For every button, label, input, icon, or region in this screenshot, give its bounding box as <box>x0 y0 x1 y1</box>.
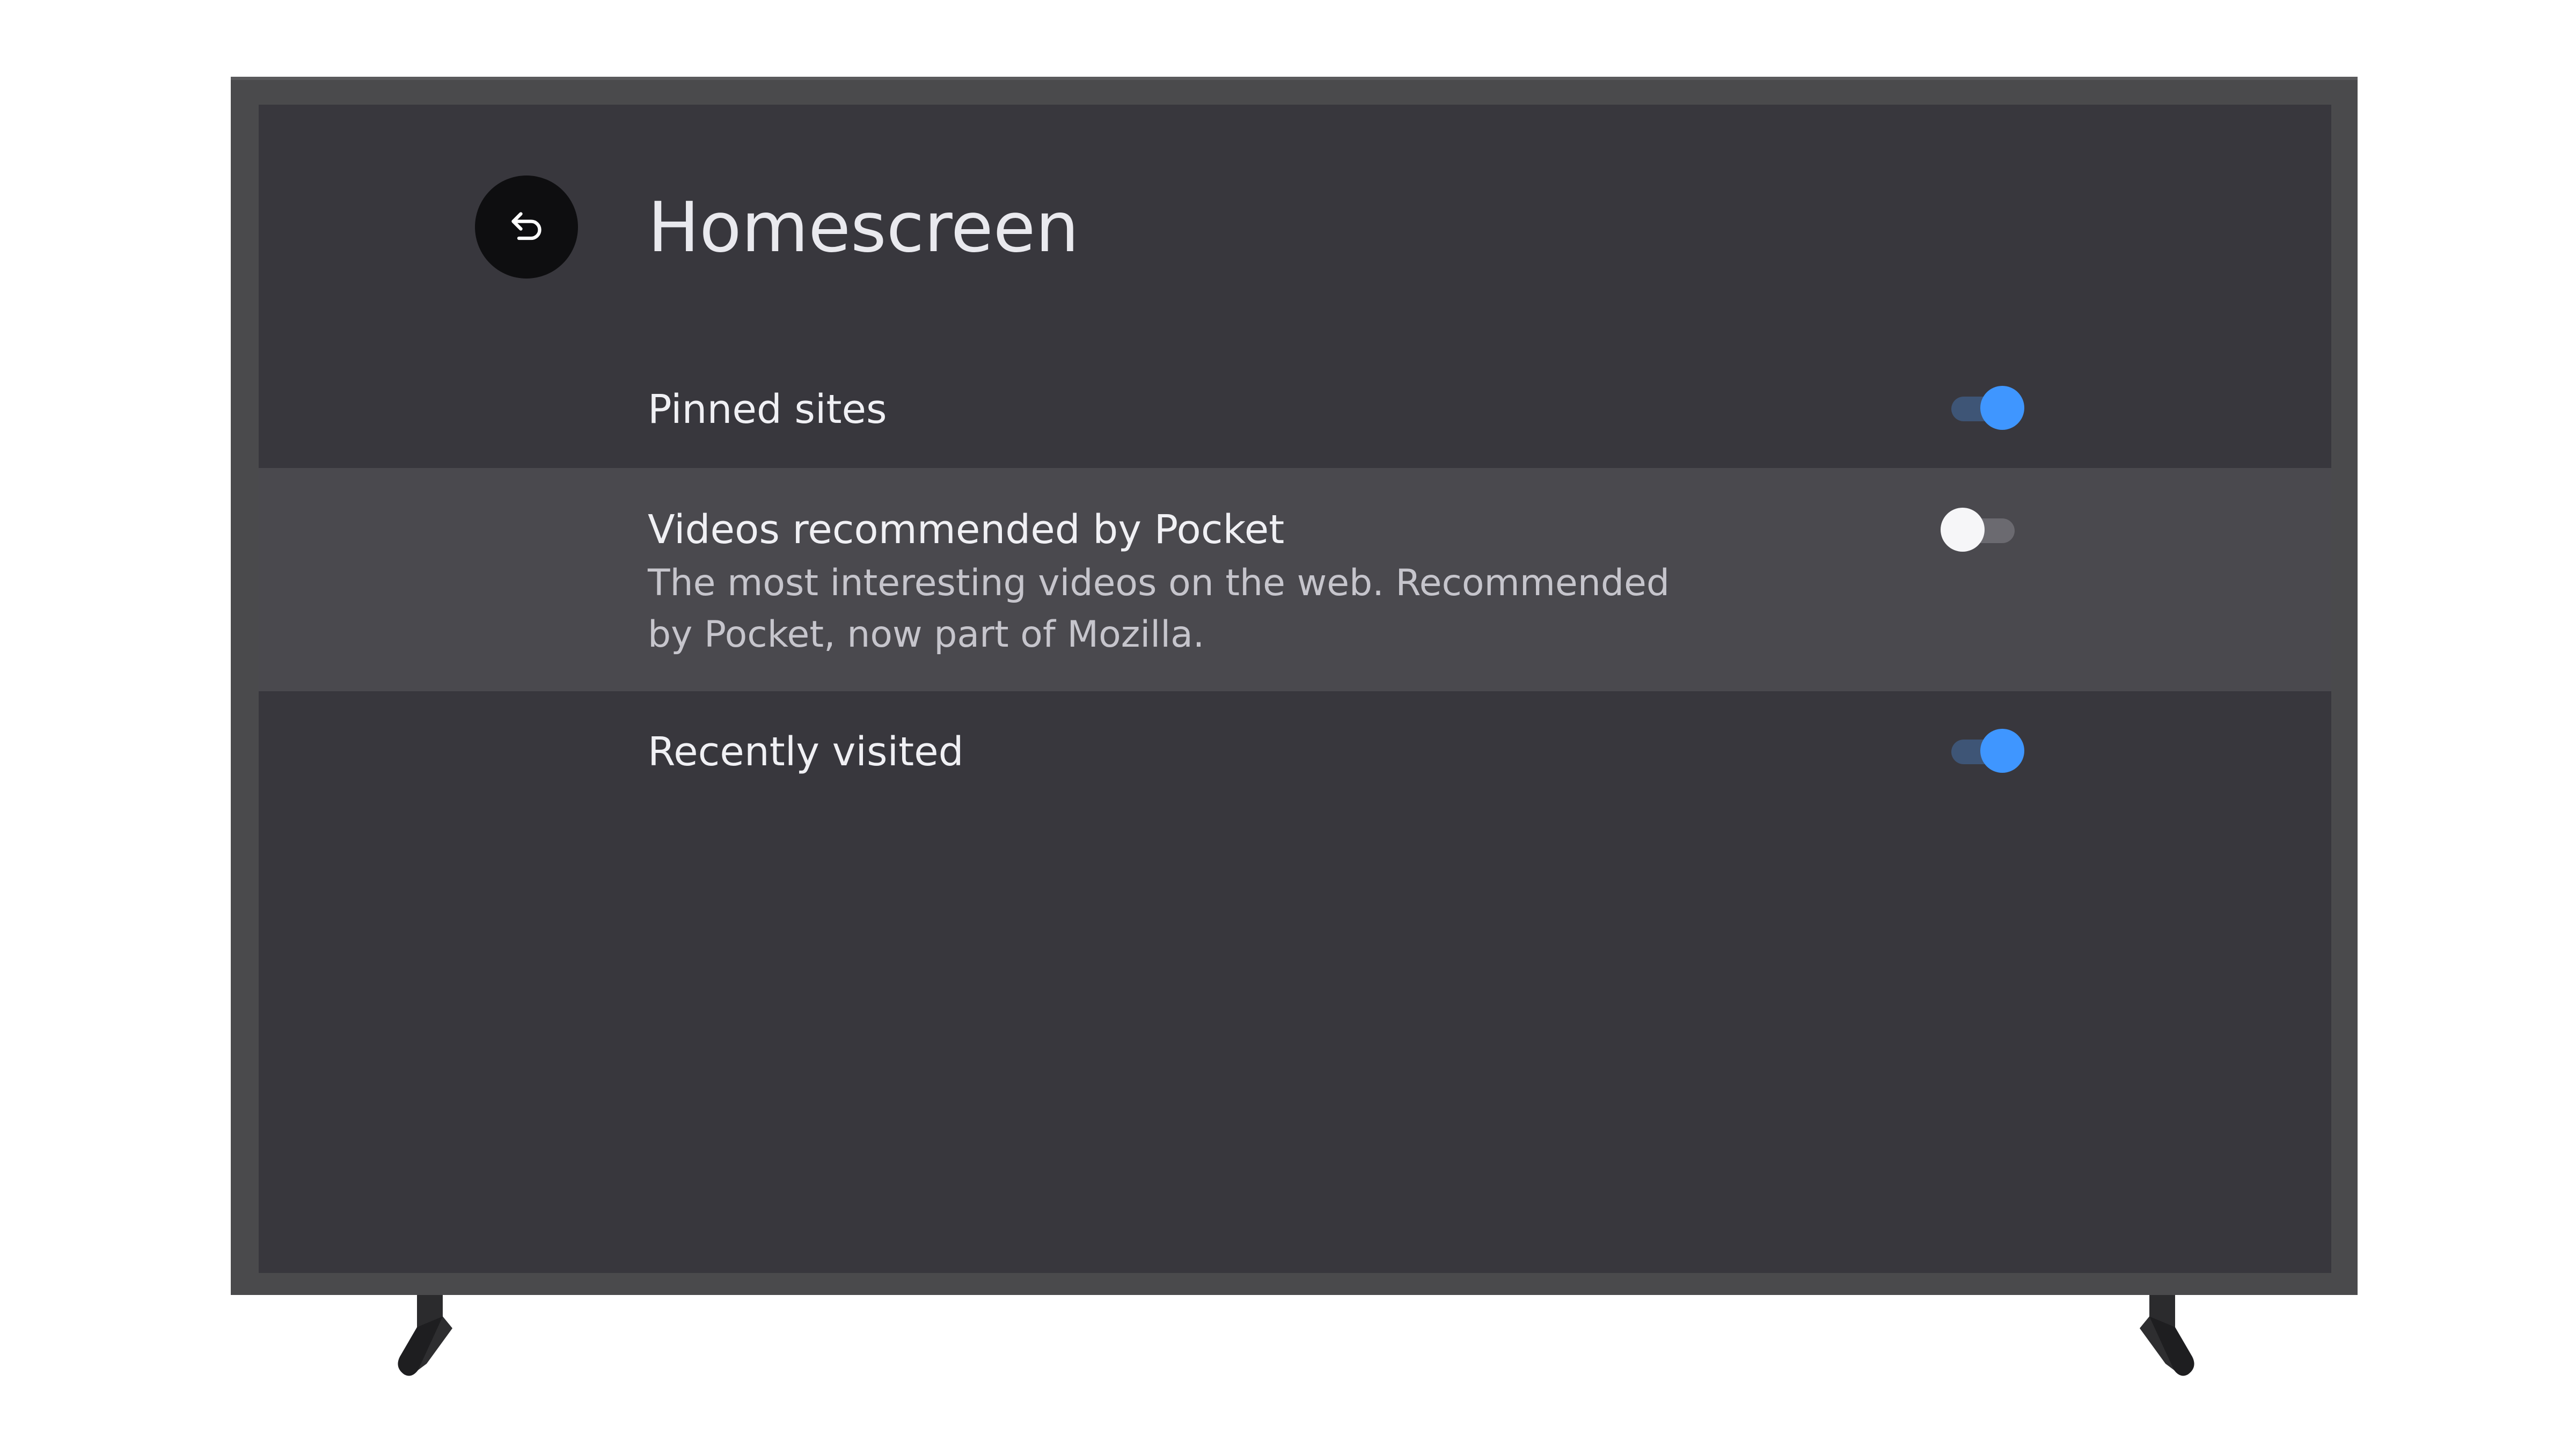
setting-label: Videos recommended by Pocket <box>648 507 1285 553</box>
pocket-videos-toggle[interactable] <box>1941 506 2021 554</box>
setting-label: Recently visited <box>648 729 964 775</box>
setting-row-pocket-videos[interactable]: Videos recommended by Pocket The most in… <box>259 468 2331 691</box>
setting-label: Pinned sites <box>648 386 887 433</box>
tv-stand-right <box>2140 1295 2194 1376</box>
toggle-knob <box>1980 729 2024 773</box>
back-arrow-icon <box>511 212 541 240</box>
recently-visited-toggle[interactable] <box>1947 727 2028 775</box>
toggle-knob <box>1941 508 1985 552</box>
page-title: Homescreen <box>648 188 1079 268</box>
setting-row-pinned-sites[interactable]: Pinned sites <box>259 354 2331 468</box>
tv-mockup: Homescreen Pinned sites Videos recommend… <box>0 0 2576 1449</box>
back-button[interactable] <box>475 175 578 279</box>
toggle-knob <box>1980 386 2024 430</box>
setting-row-recently-visited[interactable]: Recently visited <box>259 691 2331 815</box>
tv-stand-left <box>398 1295 452 1376</box>
setting-description: The most interesting videos on the web. … <box>648 562 1670 656</box>
pinned-sites-toggle[interactable] <box>1947 384 2028 432</box>
